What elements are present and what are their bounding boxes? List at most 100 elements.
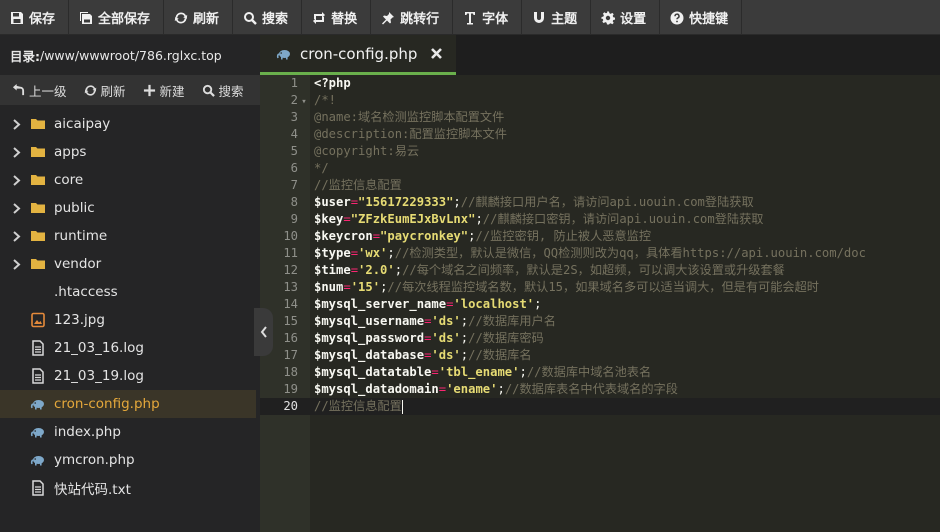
toolbar-button-1[interactable]: 全部保存	[69, 0, 165, 35]
code-token: ;	[519, 365, 527, 379]
code-token: "ZFzkEumEJxBvLnx"	[350, 212, 476, 226]
code-token: =	[350, 246, 359, 260]
chevron-left-icon	[260, 326, 267, 338]
document-icon	[30, 480, 46, 496]
code-line: 15 $mysql_username='ds';//数据库用户名	[260, 313, 940, 330]
tree-item[interactable]: apps	[0, 138, 260, 166]
sidebar-tool-0[interactable]: 上一级	[12, 81, 67, 100]
php-elephant-icon	[30, 396, 46, 412]
code-token: "paycronkey"	[380, 229, 469, 243]
code-token: 'wx'	[358, 246, 388, 260]
tree-item[interactable]: public	[0, 194, 260, 222]
chevron-right-icon	[10, 202, 22, 214]
toolbar-button-0[interactable]: 保存	[0, 0, 70, 35]
tree-item[interactable]: .htaccess	[0, 278, 260, 306]
tree-item[interactable]: index.php	[0, 418, 260, 446]
code-token: $mysql_username	[314, 314, 425, 328]
code-token: ;	[387, 246, 395, 260]
toolbar-button-label: 跳转行	[400, 12, 440, 27]
pin-icon	[381, 11, 395, 25]
toolbar-button-9[interactable]: 快捷键	[660, 0, 743, 35]
chevron-right-icon	[10, 174, 22, 186]
folder-icon	[30, 172, 46, 188]
code-content: $type='wx';//检测类型，默认是微信，QQ检测则改为qq，具体看htt…	[314, 245, 866, 262]
code-token: "15617229333"	[358, 195, 454, 209]
code-token: =	[438, 382, 447, 396]
code-token: =	[343, 280, 351, 294]
code-content: @copyright:易云	[314, 143, 419, 160]
code-line: 20 //监控信息配置	[260, 398, 940, 415]
save-icon	[10, 11, 24, 25]
code-token: 'ename'	[446, 382, 498, 396]
tree-item[interactable]: ymcron.php	[0, 446, 260, 474]
tree-item-label: public	[54, 200, 95, 216]
line-number: 4	[290, 127, 298, 141]
code-token: 'ds'	[431, 331, 461, 345]
chevron-right-icon	[10, 258, 22, 270]
code-token: @description:配置监控脚本文件	[314, 127, 507, 141]
sidebar-tool-3[interactable]: 搜索	[202, 81, 244, 100]
code-token: //数据库用户名	[468, 314, 556, 328]
code-token: ;	[453, 195, 461, 209]
code-editor[interactable]: 1 <?php 2 ▾/*! 3 @name:域名检测监控脚本配置文件 4 @descript…	[260, 75, 940, 532]
chevron-right-icon	[10, 230, 22, 242]
code-content: <?php	[314, 75, 351, 92]
tree-item[interactable]: core	[0, 166, 260, 194]
line-number: 18	[283, 365, 298, 379]
tab-label: cron-config.php	[300, 44, 418, 63]
tree-item-label: 快站代码.txt	[54, 482, 131, 498]
line-number: 2	[290, 93, 298, 107]
tree-item[interactable]: 快站代码.txt	[0, 474, 260, 502]
code-line: 12 $time='2.0';//每个域名之间频率，默认是2S，如超频，可以调大该…	[260, 262, 940, 279]
code-content: $num='15';//每次线程监控域名数，默认15，如果域名多可以适当调大，但…	[314, 279, 819, 296]
line-number: 7	[290, 178, 298, 192]
folder-icon	[30, 256, 46, 272]
magnet-icon	[532, 11, 546, 25]
toolbar-button-7[interactable]: 主题	[522, 0, 592, 35]
code-token: //监控信息配置	[314, 178, 402, 192]
tree-item[interactable]: vendor	[0, 250, 260, 278]
tree-item-label: 21_03_16.log	[54, 340, 144, 356]
toolbar-button-3[interactable]: 搜索	[233, 0, 303, 35]
code-line: 4 @description:配置监控脚本文件	[260, 126, 940, 143]
image-file-icon	[30, 312, 46, 328]
code-content: $key="ZFzkEumEJxBvLnx";//麒麟接口密钥，请访问api.u…	[314, 211, 763, 228]
tree-item[interactable]: aicaipay	[0, 110, 260, 138]
toolbar-button-label: 主题	[551, 12, 578, 27]
code-token: $num	[314, 280, 344, 294]
code-content: $time='2.0';//每个域名之间频率，默认是2S，如超频，可以调大该设置…	[314, 262, 785, 279]
code-token: //监控信息配置	[314, 399, 402, 413]
sidebar-tool-1[interactable]: 刷新	[84, 81, 126, 100]
code-line: 13 $num='15';//每次线程监控域名数，默认15，如果域名多可以适当调大…	[260, 279, 940, 296]
close-tab-icon[interactable]	[431, 48, 443, 59]
code-line: 5 @copyright:易云	[260, 143, 940, 160]
sidebar-tool-label: 搜索	[218, 83, 244, 99]
toolbar-button-8[interactable]: 设置	[591, 0, 661, 35]
sidebar-tool-label: 上一级	[29, 83, 67, 99]
folder-icon	[30, 144, 46, 160]
search-icon	[202, 84, 219, 97]
code-token: $key	[314, 212, 344, 226]
tree-item[interactable]: cron-config.php	[0, 390, 256, 418]
sidebar-tool-2[interactable]: 新建	[143, 81, 185, 100]
collapse-sidebar-button[interactable]	[254, 308, 273, 356]
tree-item[interactable]: 21_03_19.log	[0, 362, 260, 390]
toolbar-button-4[interactable]: 替换	[302, 0, 372, 35]
tree-item[interactable]: 123.jpg	[0, 306, 260, 334]
toolbar-button-2[interactable]: 刷新	[164, 0, 234, 35]
tree-item[interactable]: 21_03_16.log	[0, 334, 260, 362]
folder-icon	[30, 228, 46, 244]
toolbar-button-5[interactable]: 跳转行	[371, 0, 454, 35]
tab-cron-config[interactable]: cron-config.php	[260, 35, 456, 75]
text-cursor	[401, 399, 403, 414]
tree-item[interactable]: runtime	[0, 222, 260, 250]
toolbar: 保存 全部保存 刷新 搜索 替换 跳转行 字体 主题 设置 快捷键	[0, 0, 940, 35]
toolbar-button-6[interactable]: 字体	[453, 0, 523, 35]
code-token: $mysql_datatable	[314, 365, 432, 379]
code-token: //数据库密码	[468, 331, 544, 345]
code-line: 6 */	[260, 160, 940, 177]
refresh-icon	[174, 11, 188, 25]
code-line: 8 $user="15617229333";//麒麟接口用户名，请访问api.uo…	[260, 194, 940, 211]
code-token: <?php	[314, 76, 351, 90]
chevron-right-icon	[10, 118, 22, 130]
